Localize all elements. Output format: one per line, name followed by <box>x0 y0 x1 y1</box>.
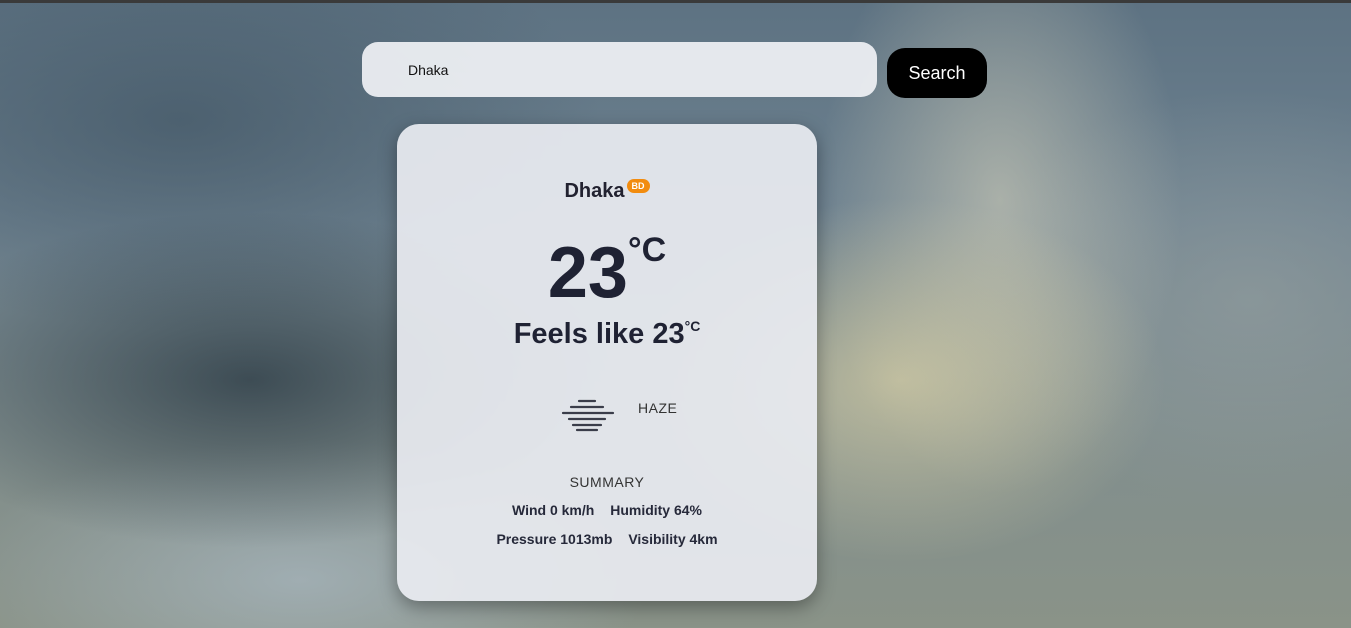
weather-card: Dhaka BD 23°C Feels like 23°C HAZE SUMMAR… <box>397 124 817 601</box>
stats-row-2: Pressure 1013mb Visibility 4km <box>397 531 817 547</box>
wind-stat: Wind 0 km/h <box>511 502 595 518</box>
search-input[interactable] <box>406 60 857 79</box>
search-button[interactable]: Search <box>887 48 987 98</box>
temperature-value: 23 <box>547 233 628 313</box>
visibility-stat: Visibility 4km <box>628 531 718 547</box>
humidity-stat: Humidity 64% <box>610 502 703 518</box>
search-bar[interactable] <box>362 42 877 97</box>
city-name: Dhaka <box>564 180 625 202</box>
haze-icon <box>561 399 615 432</box>
temperature-unit: °C <box>627 231 667 269</box>
summary-title: SUMMARY <box>569 474 645 490</box>
feels-like: Feels like 23°C <box>397 318 817 351</box>
feels-like-unit: °C <box>684 318 701 334</box>
condition-label: HAZE <box>638 400 678 416</box>
country-badge: BD <box>626 179 650 193</box>
location: Dhaka BD <box>397 179 817 203</box>
stats-row-1: Wind 0 km/h Humidity 64% <box>397 502 817 518</box>
feels-like-text: Feels like 23 <box>513 318 685 350</box>
pressure-stat: Pressure 1013mb <box>496 531 613 547</box>
window-top-border <box>0 0 1351 3</box>
temperature: 23°C <box>397 231 817 314</box>
